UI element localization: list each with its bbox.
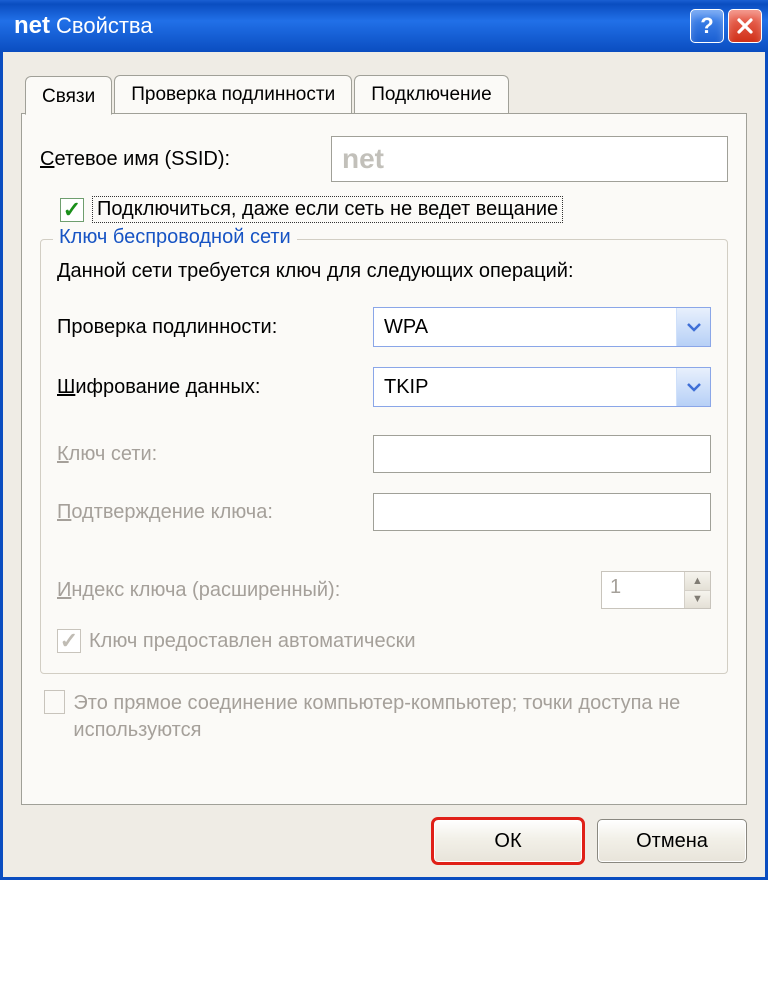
title-prefix: net <box>14 12 50 40</box>
title-text: Свойства <box>56 13 153 39</box>
key-index-spinner: 1 ▲ ▼ <box>601 571 711 609</box>
titlebar: net Свойства ? <box>0 0 768 52</box>
connect-hidden-label: Подключиться, даже если сеть не ведет ве… <box>92 196 563 223</box>
close-icon <box>736 17 754 35</box>
help-button[interactable]: ? <box>690 9 724 43</box>
connect-hidden-checkbox[interactable] <box>60 198 84 222</box>
dialog-client: Связи Проверка подлинности Подключение С… <box>0 52 768 880</box>
encryption-combo[interactable]: TKIP <box>373 367 711 407</box>
chevron-down-icon <box>676 308 710 346</box>
key-input <box>373 435 711 473</box>
spinner-arrows: ▲ ▼ <box>684 572 710 608</box>
encryption-label: Шифрование данных: <box>57 376 373 399</box>
ssid-label: Сетевое имя (SSID): <box>40 148 331 171</box>
help-icon: ? <box>700 13 713 39</box>
arrow-up-icon: ▲ <box>685 572 710 591</box>
tab-strip: Связи Проверка подлинности Подключение <box>25 74 747 113</box>
auto-key-label: Ключ предоставлен автоматически <box>89 630 416 653</box>
arrow-down-icon: ▼ <box>685 591 710 609</box>
tab-connection[interactable]: Подключение <box>354 75 508 114</box>
adhoc-label: Это прямое соединение компьютер-компьюте… <box>73 690 726 744</box>
confirm-key-input <box>373 493 711 531</box>
auth-label: Проверка подлинности: <box>57 316 373 339</box>
auth-combo[interactable]: WPA <box>373 307 711 347</box>
key-index-value: 1 <box>602 572 684 608</box>
wireless-key-group: Ключ беспроводной сети Данной сети требу… <box>40 239 728 674</box>
ok-button[interactable]: ОК <box>433 819 583 863</box>
close-button[interactable] <box>728 9 762 43</box>
chevron-down-icon <box>676 368 710 406</box>
ssid-input[interactable] <box>331 136 728 182</box>
key-label: Ключ сети: <box>57 443 373 466</box>
auto-key-checkbox <box>57 629 81 653</box>
group-legend: Ключ беспроводной сети <box>53 226 297 249</box>
button-bar: ОК Отмена <box>21 805 747 863</box>
adhoc-checkbox <box>44 690 65 714</box>
tab-connections[interactable]: Связи <box>25 76 112 115</box>
confirm-key-label: Подтверждение ключа: <box>57 501 373 524</box>
cancel-button[interactable]: Отмена <box>597 819 747 863</box>
encryption-value: TKIP <box>384 376 428 399</box>
tab-panel: Сетевое имя (SSID): Подключиться, даже е… <box>21 113 747 805</box>
auth-value: WPA <box>384 316 428 339</box>
key-index-label: Индекс ключа (расширенный): <box>57 579 527 602</box>
tab-authentication[interactable]: Проверка подлинности <box>114 75 352 114</box>
group-desc: Данной сети требуется ключ для следующих… <box>57 260 711 283</box>
